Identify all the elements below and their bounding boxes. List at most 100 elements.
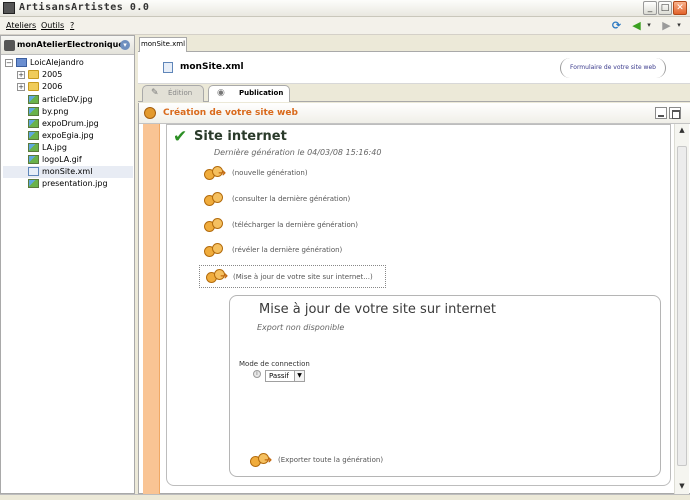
forward-dropdown-icon[interactable]: ▾ [675,19,683,32]
xml-file-icon [163,62,173,73]
image-file-icon [28,119,39,128]
pencil-icon: ✎ [151,88,159,98]
tree-item-file[interactable]: expoEgia.jpg [3,130,133,142]
image-file-icon [28,131,39,140]
site-panel: ✔ Site internet Dernière génération le 0… [166,124,671,486]
project-icon [4,40,15,51]
image-file-icon [28,179,39,188]
gears-arrow-icon: ➜ [250,453,276,469]
subtabs: ✎ Édition ◉ Publication [138,84,690,102]
tree-item-file[interactable]: expoDrum.jpg [3,118,133,130]
panel-maximize-button[interactable] [669,107,681,119]
forward-arrow-icon[interactable]: ▶ [660,19,673,32]
folder-icon [28,82,39,91]
gears-arrow-icon: ➜ [204,166,230,182]
action-label: (révéler la dernière génération) [232,246,343,254]
form-link[interactable]: Formulaire de votre site web [560,58,666,78]
tree-label: LA.jpg [42,143,67,152]
project-menu-icon[interactable]: ▾ [120,40,130,50]
tree-label: LoicAlejandro [30,58,84,67]
chevron-down-icon: ▼ [294,371,304,381]
scroll-thumb[interactable] [677,146,687,466]
section-header: Création de votre site web [139,103,690,124]
connection-mode-label: Mode de connection [239,360,310,368]
site-title: Site internet [194,129,287,144]
tab-label: Édition [168,89,193,97]
gears-icon [204,218,230,234]
view-last-generation-button[interactable]: (consulter la dernière génération) [204,191,404,208]
tree-label: articleDV.jpg [42,95,93,104]
maximize-button[interactable]: □ [658,1,672,15]
image-file-icon [28,107,39,116]
scroll-down-icon[interactable]: ▼ [675,480,689,493]
tab-publication[interactable]: ◉ Publication [208,85,290,102]
tab-label: Publication [239,89,284,97]
info-icon[interactable]: i [253,370,261,378]
menu-outils[interactable]: Outils [41,21,64,30]
connection-mode-select[interactable]: Passif ▼ [265,370,305,382]
menu-bar: Ateliers Outils ? ⟳ ◀ ▾ ▶ ▾ [0,17,690,35]
tree-label: by.png [42,107,69,116]
project-header: monAtelierElectronique ▾ [1,36,134,55]
new-generation-button[interactable]: ➜ (nouvelle génération) [204,165,384,182]
expand-icon[interactable]: + [17,71,25,79]
scroll-up-icon[interactable]: ▲ [675,124,689,137]
tree-item-folder[interactable]: + 2005 [3,69,133,81]
file-header: monSite.xml Formulaire de votre site web [138,52,690,84]
tree-label: expoEgia.jpg [42,131,94,140]
tree-label: 2005 [42,70,63,79]
panel-minimize-button[interactable] [655,107,667,119]
tree-item-root[interactable]: − LoicAlejandro [3,57,133,69]
reveal-last-generation-button[interactable]: (révéler la dernière génération) [204,242,404,259]
editor-tabbar: monSite.xml [138,35,690,52]
update-title: Mise à jour de votre site sur internet [259,302,496,317]
refresh-icon[interactable]: ⟳ [610,19,623,32]
last-generation-text: Dernière génération le 04/03/08 15:16:40 [214,148,382,157]
action-label: (télécharger la dernière génération) [232,221,358,229]
back-arrow-icon[interactable]: ◀ [630,19,643,32]
export-status: Export non disponible [257,323,345,332]
action-label: (consulter la dernière génération) [232,195,351,203]
window-title: ArtisansArtistes 0.0 [19,2,150,13]
expand-icon[interactable]: + [17,83,25,91]
tree-label: 2006 [42,82,63,91]
tab-monsite[interactable]: monSite.xml [139,37,187,52]
image-file-icon [28,155,39,164]
gears-icon [204,243,230,259]
gears-arrow-icon: ➜ [206,269,232,285]
image-file-icon [28,143,39,152]
tree-item-file[interactable]: logoLA.gif [3,154,133,166]
back-dropdown-icon[interactable]: ▾ [645,19,653,32]
collapse-icon[interactable]: − [5,59,13,67]
action-label: (Exporter toute la génération) [278,456,384,464]
tree-item-file[interactable]: by.png [3,106,133,118]
minimize-button[interactable]: _ [643,1,657,15]
tree-item-file[interactable]: LA.jpg [3,142,133,154]
download-last-generation-button[interactable]: (télécharger la dernière génération) [204,217,404,234]
tree-item-file[interactable]: presentation.jpg [3,178,133,190]
menu-ateliers[interactable]: Ateliers [6,21,36,30]
gears-icon [144,107,156,119]
tree-label: logoLA.gif [42,155,82,164]
project-title: monAtelierElectronique [17,40,124,49]
tree-item-folder[interactable]: + 2006 [3,81,133,93]
side-stripe [143,124,160,494]
select-value: Passif [269,372,289,380]
close-button[interactable]: ✕ [673,1,687,15]
update-panel: Mise à jour de votre site sur internet E… [229,295,661,477]
tab-edition[interactable]: ✎ Édition [142,85,204,102]
action-label: (Mise à jour de votre site sur internet.… [233,273,373,281]
image-file-icon [28,95,39,104]
folder-icon [28,70,39,79]
vertical-scrollbar[interactable]: ▲ ▼ [674,124,689,494]
file-title: monSite.xml [180,62,244,72]
tree-item-file-selected[interactable]: monSite.xml [3,166,133,178]
export-all-button[interactable]: ➜ (Exporter toute la génération) [250,452,440,469]
xml-file-icon [28,167,39,176]
update-site-button[interactable]: ➜ (Mise à jour de votre site sur interne… [199,265,386,288]
menu-help[interactable]: ? [70,21,74,30]
tree-label: monSite.xml [42,167,93,176]
tree-item-file[interactable]: articleDV.jpg [3,94,133,106]
project-panel: monAtelierElectronique ▾ − LoicAlejandro… [0,35,135,494]
checkmark-icon: ✔ [173,127,188,147]
